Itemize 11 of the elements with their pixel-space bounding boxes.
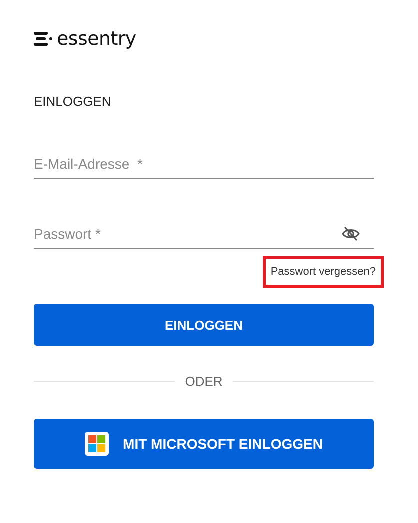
page-heading: EINLOGGEN	[34, 94, 112, 109]
eye-slash-icon[interactable]	[342, 226, 360, 242]
divider-label: ODER	[185, 374, 223, 389]
input-field[interactable]: Passwort *	[34, 219, 374, 249]
logo-icon	[34, 32, 54, 46]
microsoft-login-button[interactable]: MIT MICROSOFT EINLOGGEN	[34, 419, 374, 469]
login-button[interactable]: EINLOGGEN	[34, 304, 374, 346]
logo-text: essentry	[57, 28, 136, 50]
four-squares-icon	[85, 432, 110, 456]
input-field[interactable]: E-Mail-Adresse *	[34, 149, 374, 179]
forgot-password-link[interactable]: Passwort vergessen?	[262, 256, 384, 288]
